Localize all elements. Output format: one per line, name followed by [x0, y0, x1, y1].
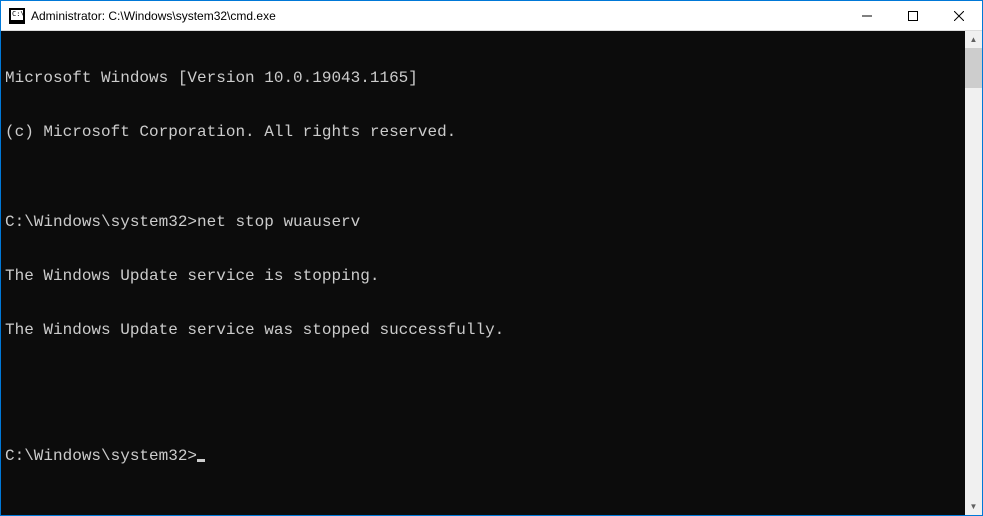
chevron-up-icon: ▲	[970, 35, 978, 44]
titlebar[interactable]: C:\ Administrator: C:\Windows\system32\c…	[1, 1, 982, 31]
terminal-line: The Windows Update service is stopping.	[5, 267, 961, 285]
terminal-line: Microsoft Windows [Version 10.0.19043.11…	[5, 69, 961, 87]
maximize-button[interactable]	[890, 1, 936, 30]
cursor	[197, 459, 205, 462]
close-button[interactable]	[936, 1, 982, 30]
terminal-prompt: C:\Windows\system32>	[5, 447, 197, 465]
terminal[interactable]: Microsoft Windows [Version 10.0.19043.11…	[1, 31, 965, 515]
terminal-area: Microsoft Windows [Version 10.0.19043.11…	[1, 31, 982, 515]
window-controls	[844, 1, 982, 30]
terminal-prompt-line: C:\Windows\system32>	[5, 447, 961, 465]
minimize-button[interactable]	[844, 1, 890, 30]
scroll-track[interactable]	[965, 48, 982, 498]
scroll-thumb[interactable]	[965, 48, 982, 88]
vertical-scrollbar[interactable]: ▲ ▼	[965, 31, 982, 515]
chevron-down-icon: ▼	[970, 502, 978, 511]
cmd-window: C:\ Administrator: C:\Windows\system32\c…	[0, 0, 983, 516]
terminal-line: C:\Windows\system32>net stop wuauserv	[5, 213, 961, 231]
terminal-line: The Windows Update service was stopped s…	[5, 321, 961, 339]
terminal-line: (c) Microsoft Corporation. All rights re…	[5, 123, 961, 141]
scroll-up-button[interactable]: ▲	[965, 31, 982, 48]
scroll-down-button[interactable]: ▼	[965, 498, 982, 515]
cmd-icon: C:\	[9, 8, 25, 24]
window-title: Administrator: C:\Windows\system32\cmd.e…	[31, 9, 844, 23]
